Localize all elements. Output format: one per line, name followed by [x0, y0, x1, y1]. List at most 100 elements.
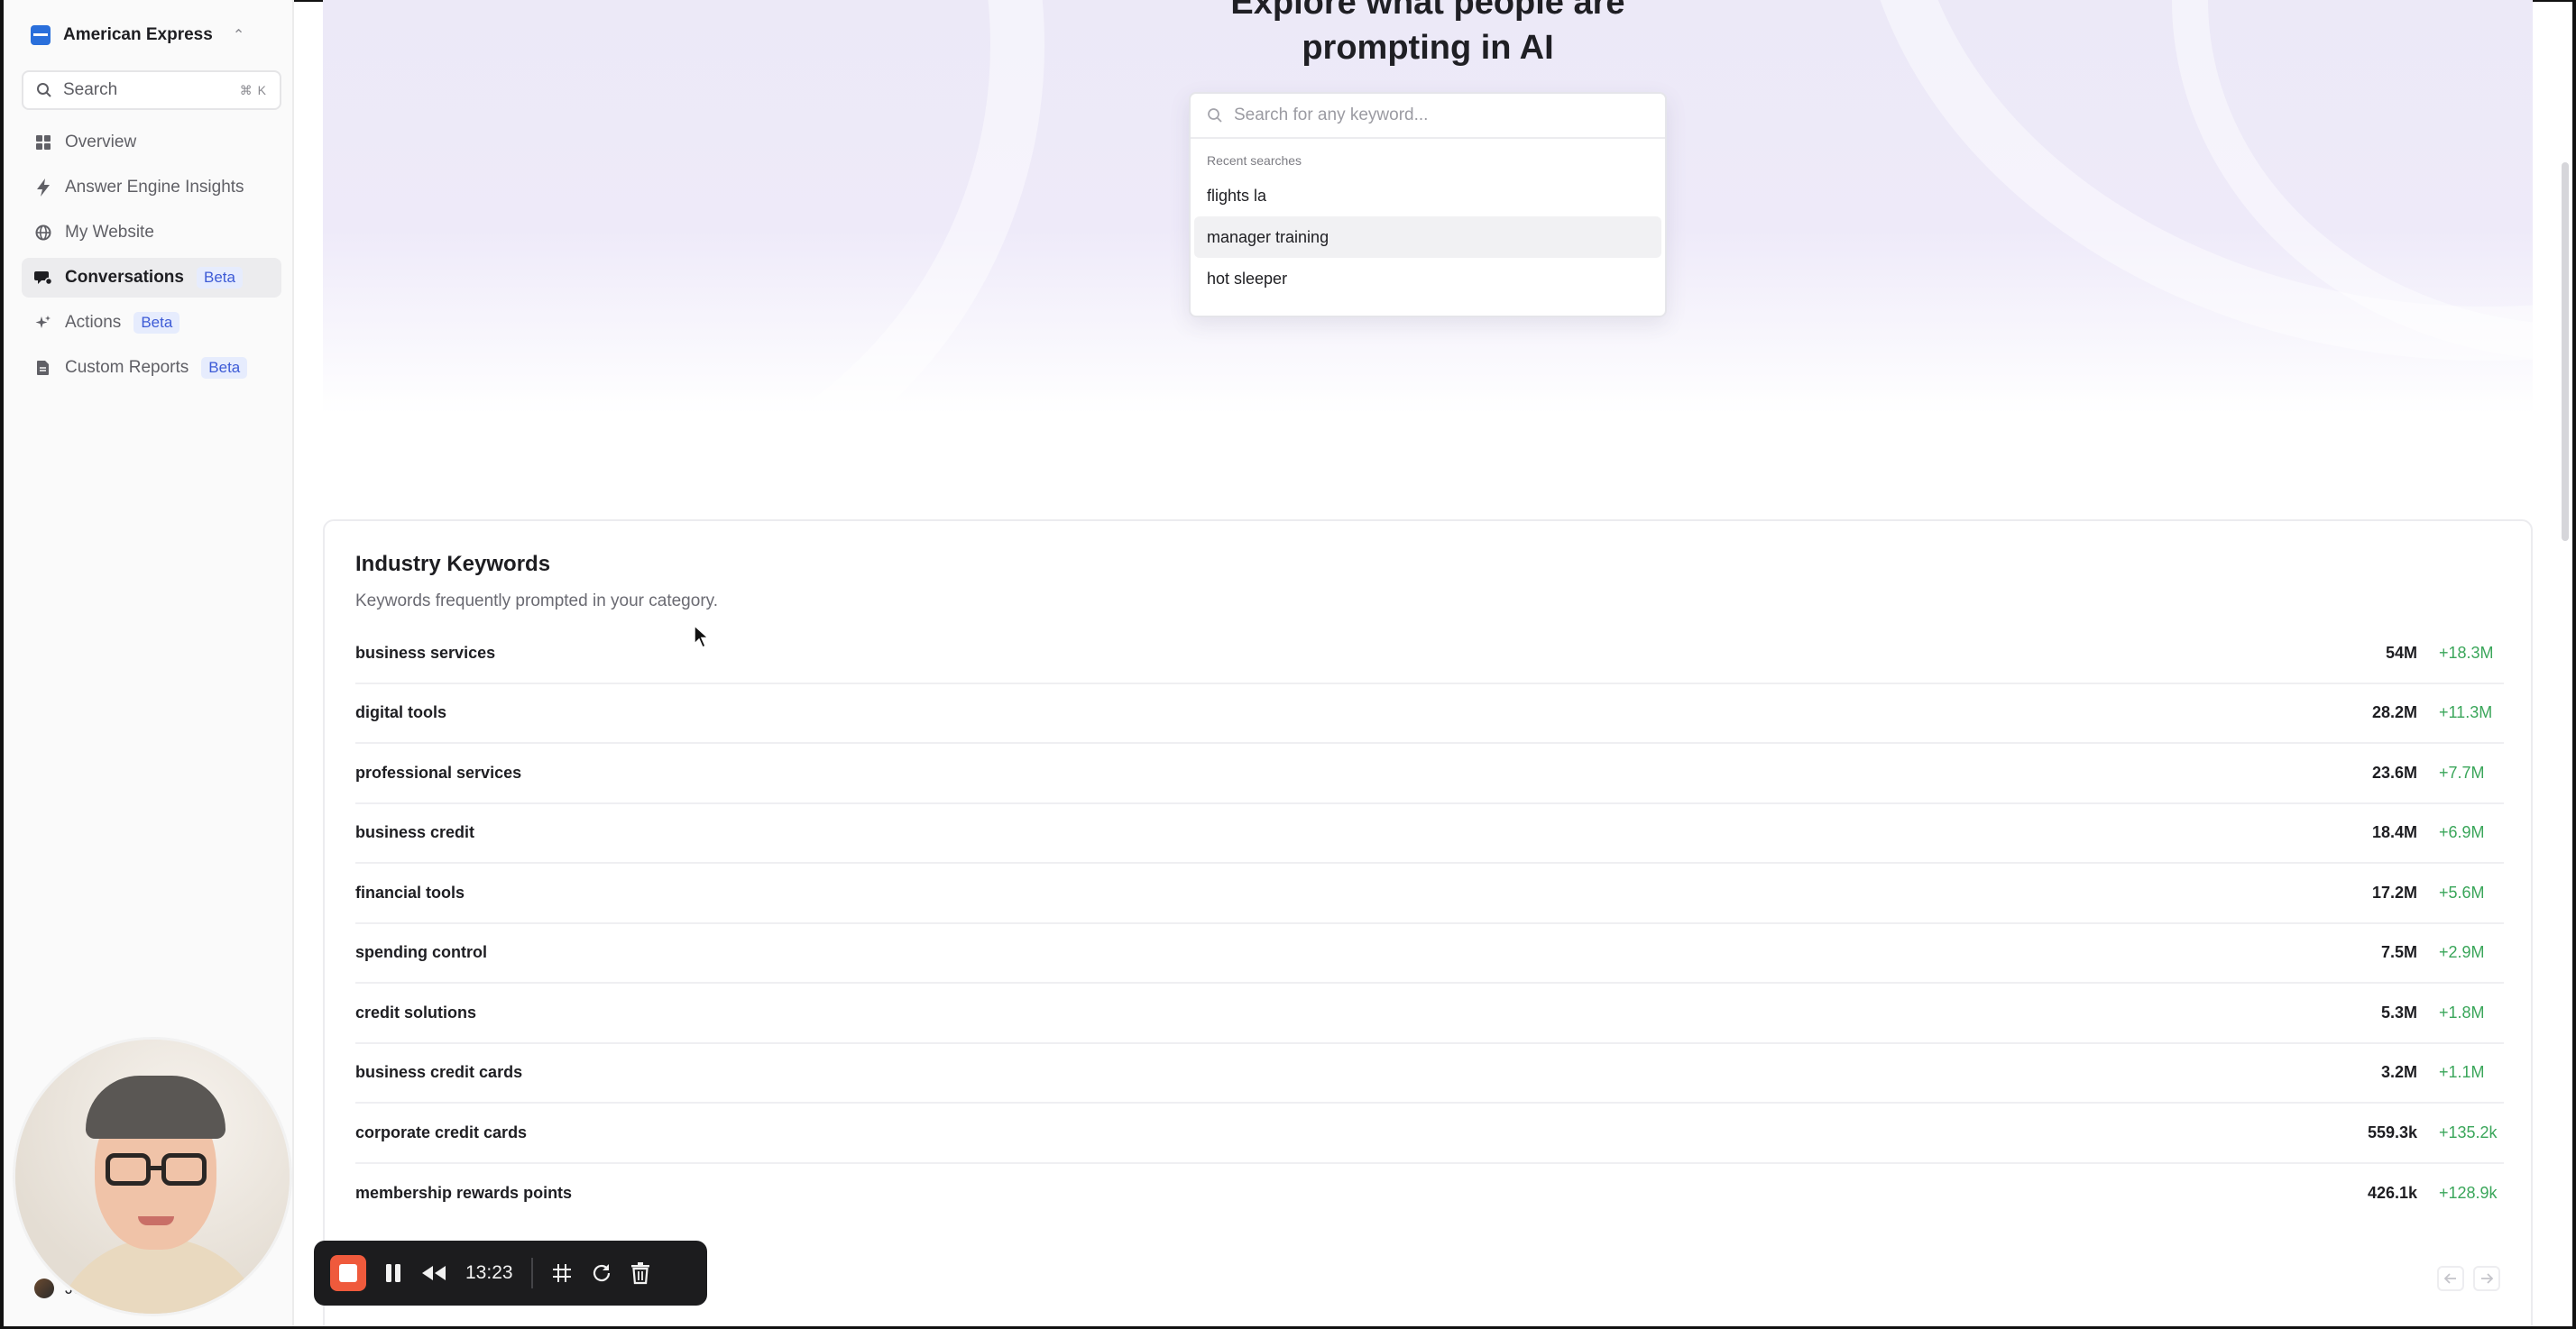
grid-button[interactable] — [551, 1262, 573, 1284]
table-row[interactable]: business credit cards 3.2M +1.1M — [355, 1044, 2504, 1104]
chat-icon — [34, 270, 52, 286]
sidebar-search[interactable]: Search ⌘ K — [22, 70, 281, 110]
card-title: Industry Keywords — [355, 552, 551, 576]
table-row[interactable]: professional services 23.6M +7.7M — [355, 744, 2504, 804]
webcam-glasses-bridge — [149, 1166, 163, 1170]
window-right-border — [2572, 0, 2576, 1329]
table-row[interactable]: spending control 7.5M +2.9M — [355, 924, 2504, 984]
keyword-name: credit solutions — [355, 1003, 477, 1022]
globe-icon — [34, 225, 52, 241]
keyword-change: +6.9M — [2439, 823, 2485, 842]
document-icon — [34, 360, 52, 376]
rewind-icon — [422, 1266, 446, 1280]
sidebar-item-label: Answer Engine Insights — [65, 178, 244, 197]
recent-search-item[interactable]: hot sleeper — [1194, 258, 1661, 299]
sidebar-item-label: Conversations — [65, 268, 184, 287]
webcam-glasses — [161, 1153, 207, 1186]
trash-icon — [630, 1262, 649, 1285]
industry-keywords-card: Industry Keywords Keywords frequently pr… — [323, 519, 2533, 1329]
beta-badge: Beta — [196, 267, 243, 289]
keyword-volume: 54M — [2385, 643, 2417, 662]
keyword-search-dropdown: Recent searches flights la manager train… — [1189, 92, 1667, 317]
keyword-name: membership rewards points — [355, 1184, 573, 1203]
keyword-volume: 28.2M — [2371, 703, 2417, 722]
search-icon — [37, 83, 51, 97]
sidebar-item-my-website[interactable]: My Website — [22, 213, 281, 252]
pause-button[interactable] — [384, 1262, 402, 1284]
stop-recording-button[interactable] — [330, 1255, 366, 1291]
org-switcher[interactable]: American Express ⌃ — [31, 20, 244, 50]
page-title-line: prompting in AI — [1302, 29, 1554, 67]
sidebar-item-overview[interactable]: Overview — [22, 123, 281, 162]
keyword-volume: 18.4M — [2371, 823, 2417, 842]
chevron-up-down-icon: ⌃ — [232, 28, 245, 43]
keyword-volume: 17.2M — [2371, 883, 2417, 902]
page-title-line: Explore what people are — [1230, 0, 1625, 22]
keyword-name: digital tools — [355, 703, 446, 722]
arrow-right-icon — [2481, 1273, 2493, 1284]
restart-button[interactable] — [591, 1262, 612, 1284]
keyword-name: spending control — [355, 943, 487, 962]
keyword-change: +128.9k — [2439, 1184, 2498, 1203]
previous-page-button[interactable] — [2437, 1266, 2464, 1291]
keyword-table: business services 54M +18.3M digital too… — [355, 624, 2504, 1224]
recording-timer: 13:23 — [465, 1262, 513, 1283]
webcam-person-mouth — [138, 1216, 174, 1225]
recent-search-item[interactable]: manager training — [1194, 216, 1661, 258]
sidebar-item-custom-reports[interactable]: Custom Reports Beta — [22, 348, 281, 388]
keyword-name: corporate credit cards — [355, 1123, 528, 1141]
org-logo-icon — [31, 25, 51, 45]
grid-icon — [552, 1264, 571, 1282]
keyword-search-input[interactable] — [1234, 105, 1649, 125]
pagination — [2437, 1266, 2500, 1291]
table-row[interactable]: business credit 18.4M +6.9M — [355, 804, 2504, 864]
stop-icon — [339, 1264, 357, 1282]
keyword-name: professional services — [355, 763, 522, 782]
sparkle-icon — [34, 315, 52, 331]
keyword-name: business services — [355, 643, 496, 662]
next-page-button[interactable] — [2473, 1266, 2500, 1291]
keyword-change: +2.9M — [2439, 943, 2485, 962]
mouse-cursor-icon — [694, 624, 710, 649]
table-row[interactable]: business services 54M +18.3M — [355, 624, 2504, 684]
keyword-change: +1.8M — [2439, 1003, 2485, 1022]
delete-button[interactable] — [630, 1261, 650, 1285]
keyword-change: +1.1M — [2439, 1063, 2485, 1082]
webcam-overlay — [13, 1037, 292, 1316]
keyword-search-box[interactable] — [1191, 94, 1665, 139]
keyword-change: +7.7M — [2439, 763, 2485, 782]
sidebar-item-label: My Website — [65, 223, 154, 242]
keyword-change: +135.2k — [2439, 1123, 2498, 1141]
recent-search-item[interactable]: flights la — [1194, 175, 1661, 216]
sidebar-item-actions[interactable]: Actions Beta — [22, 303, 281, 343]
sidebar-item-answer-engine-insights[interactable]: Answer Engine Insights — [22, 168, 281, 207]
table-row[interactable]: membership rewards points 426.1k +128.9k — [355, 1164, 2504, 1224]
scrollbar-thumb[interactable] — [2562, 162, 2569, 541]
sidebar-item-label: Actions — [65, 313, 122, 332]
table-row[interactable]: financial tools 17.2M +5.6M — [355, 864, 2504, 924]
keyword-volume: 559.3k — [2367, 1123, 2417, 1141]
keyword-change: +18.3M — [2439, 643, 2494, 662]
webcam-glasses — [106, 1153, 151, 1186]
screen-recorder-toolbar: 13:23 — [314, 1241, 707, 1306]
table-row[interactable]: digital tools 28.2M +11.3M — [355, 684, 2504, 744]
table-row[interactable]: corporate credit cards 559.3k +135.2k — [355, 1104, 2504, 1164]
restart-icon — [593, 1264, 610, 1282]
page-title: Explore what people are prompting in AI — [323, 0, 2533, 70]
keyword-change: +11.3M — [2439, 703, 2493, 722]
keyword-name: business credit — [355, 823, 475, 842]
recent-searches-heading: Recent searches — [1207, 153, 1302, 168]
keyword-volume: 3.2M — [2380, 1063, 2417, 1082]
grid-icon — [34, 134, 52, 151]
card-subtitle: Keywords frequently prompted in your cat… — [355, 591, 719, 610]
lightning-icon — [34, 179, 52, 197]
beta-badge: Beta — [133, 312, 180, 334]
sidebar-item-label: Custom Reports — [65, 358, 189, 377]
search-shortcut: ⌘ K — [239, 82, 267, 97]
keyword-change: +5.6M — [2439, 883, 2485, 902]
table-row[interactable]: credit solutions 5.3M +1.8M — [355, 984, 2504, 1044]
toolbar-divider — [530, 1258, 533, 1288]
sidebar-item-conversations[interactable]: Conversations Beta — [22, 258, 281, 298]
search-label: Search — [63, 80, 118, 99]
rewind-button[interactable] — [420, 1264, 447, 1282]
